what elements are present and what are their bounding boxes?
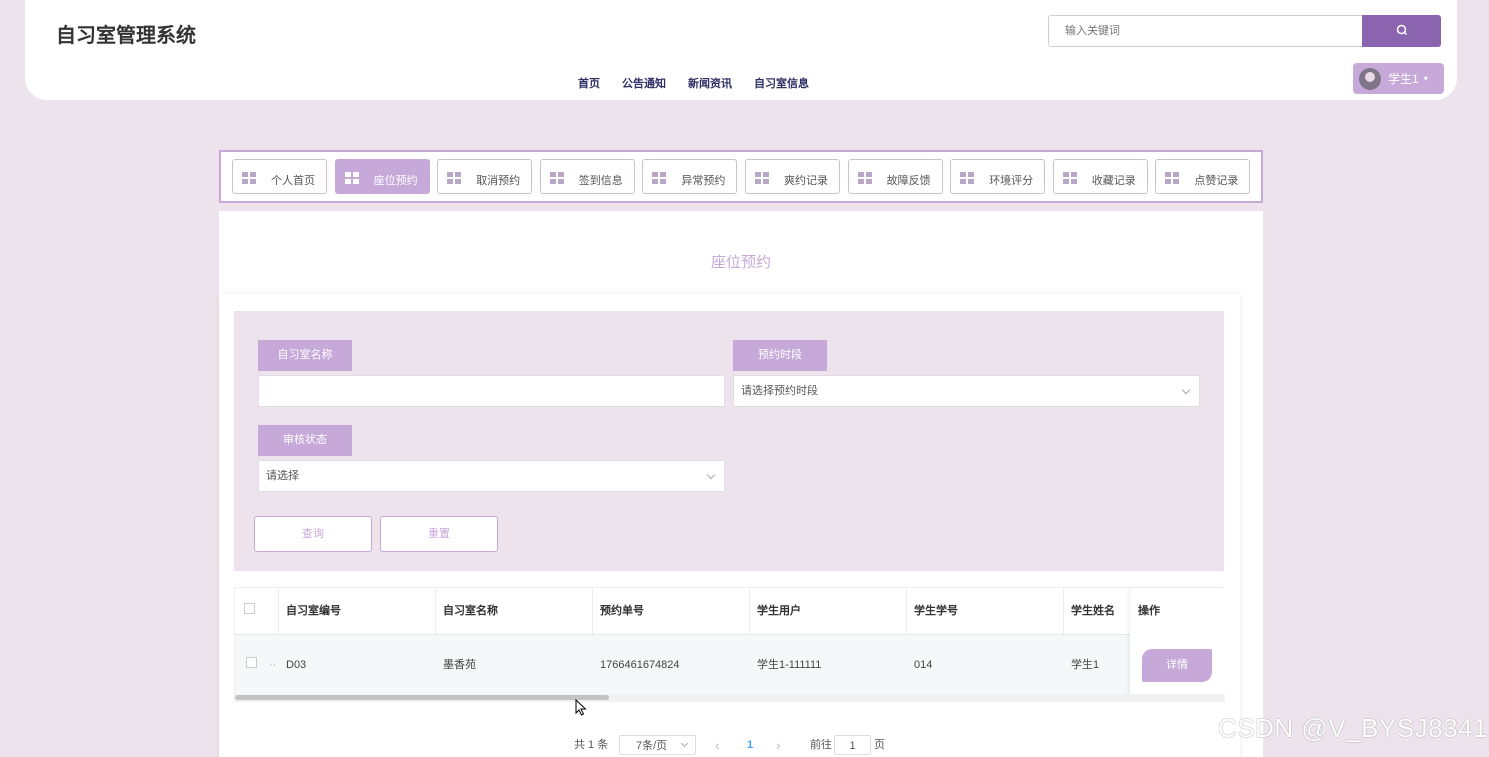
cell-student-name: 学生1: [1071, 659, 1100, 671]
col-header-student-name[interactable]: 学生姓名: [1071, 588, 1115, 634]
tab-label: 爽约记录: [784, 175, 828, 187]
chevron-down-icon: [1181, 385, 1191, 395]
next-page-button[interactable]: ›: [776, 735, 781, 755]
header: 自习室管理系统 首页 公告通知 新闻资讯 自习室信息 学生1 ▾: [25, 0, 1457, 100]
status-select-value: 请选择: [266, 470, 299, 482]
tab-label: 收藏记录: [1091, 175, 1136, 187]
room-name-label: 自习室名称: [258, 340, 352, 371]
tab-1[interactable]: 座位预约: [334, 159, 430, 194]
nav-study-rooms[interactable]: 自习室信息: [754, 75, 809, 91]
nav-home[interactable]: 首页: [578, 75, 600, 91]
tab-label: 故障反馈: [886, 175, 931, 187]
nav-notices[interactable]: 公告通知: [622, 75, 666, 91]
grid-icon: [447, 172, 462, 184]
tab-9[interactable]: 点赞记录: [1155, 159, 1251, 194]
status-select[interactable]: 请选择: [258, 460, 725, 492]
col-header-student-no[interactable]: 学生学号: [914, 588, 958, 634]
nav-news[interactable]: 新闻资讯: [688, 75, 732, 91]
row-ellipsis: ··: [269, 659, 277, 671]
grid-icon: [857, 172, 872, 184]
tab-3[interactable]: 签到信息: [539, 159, 635, 194]
detail-button[interactable]: 详情: [1142, 649, 1212, 682]
pagination-total: 共 1 条: [574, 739, 609, 751]
tab-label: 异常预约: [681, 175, 726, 187]
site-title: 自习室管理系统: [56, 25, 196, 47]
page-size-select[interactable]: 7条/页: [619, 735, 696, 755]
chevron-down-icon: ▾: [1423, 74, 1428, 83]
search-icon: [1396, 24, 1408, 39]
tab-7[interactable]: 环境评分: [950, 159, 1046, 194]
grid-icon: [242, 172, 256, 184]
tab-label: 点赞记录: [1194, 175, 1239, 187]
tab-label: 个人首页: [271, 175, 315, 187]
grid-icon: [344, 172, 359, 184]
row-checkbox[interactable]: [246, 657, 257, 668]
cell-room-no: D03: [286, 659, 307, 671]
goto-suffix: 页: [874, 739, 885, 751]
reset-button[interactable]: 重置: [380, 516, 498, 552]
room-name-input[interactable]: [258, 375, 725, 407]
user-center-tabs: 个人首页 座位预约 取消预约 签到信息 异常预约 爽约记录 故障反馈 环境评分 收藏记录 点赞记录: [219, 150, 1263, 203]
cell-student-no: 014: [914, 659, 933, 671]
grid-icon: [960, 172, 975, 184]
tab-label: 取消预约: [476, 175, 521, 187]
tab-2[interactable]: 取消预约: [437, 159, 533, 194]
tab-0[interactable]: 个人首页: [232, 159, 327, 194]
cell-order-no: 1766461674824: [600, 659, 680, 671]
tab-label: 座位预约: [373, 175, 418, 187]
search-form: 自习室名称 预约时段 请选择预约时段 审核状态 请选择 查询 重置: [234, 311, 1224, 571]
cell-room-name: 墨香苑: [443, 659, 476, 671]
tab-4[interactable]: 异常预约: [642, 159, 738, 194]
chevron-down-icon: [680, 739, 689, 748]
slot-select-value: 请选择预约时段: [741, 385, 818, 397]
search-button[interactable]: [1362, 15, 1441, 47]
page-number-current[interactable]: 1: [747, 735, 753, 755]
horizontal-scrollbar[interactable]: [235, 694, 1225, 702]
content-card: 自习室名称 预约时段 请选择预约时段 审核状态 请选择 查询 重置 自习室编号 …: [219, 294, 1240, 757]
col-header-user[interactable]: 学生用户: [757, 588, 801, 634]
tab-5[interactable]: 爽约记录: [745, 159, 840, 194]
reservation-table: 自习室编号 自习室名称 预约单号 学生用户 学生学号 学生姓名 ·· D03 墨…: [234, 587, 1225, 702]
watermark: CSDN @V_BYSJ8341: [1218, 713, 1488, 743]
slot-select[interactable]: 请选择预约时段: [733, 375, 1200, 407]
main-nav: 首页 公告通知 新闻资讯 自习室信息: [578, 75, 809, 91]
col-header-order-no[interactable]: 预约单号: [600, 588, 644, 634]
slot-label: 预约时段: [733, 340, 827, 371]
grid-icon: [652, 172, 667, 184]
page-title: 座位预约: [710, 254, 771, 271]
search-input[interactable]: [1048, 15, 1363, 47]
col-header-room-no[interactable]: 自习室编号: [286, 588, 341, 634]
cell-user: 学生1-111111: [757, 659, 822, 671]
select-all-checkbox[interactable]: [244, 603, 255, 614]
fixed-action-column: 操作 详情: [1130, 588, 1225, 694]
user-name: 学生1: [1388, 72, 1419, 86]
grid-icon: [755, 172, 769, 184]
avatar: [1359, 67, 1381, 90]
col-header-action: 操作: [1138, 605, 1160, 617]
grid-icon: [1062, 172, 1077, 184]
grid-icon: [1165, 172, 1180, 184]
prev-page-button[interactable]: ‹: [715, 735, 720, 755]
goto-prefix: 前往: [810, 739, 832, 751]
status-label: 审核状态: [258, 425, 352, 456]
page-size-value: 7条/页: [636, 740, 668, 752]
grid-icon: [549, 172, 564, 184]
tab-label: 环境评分: [989, 175, 1034, 187]
query-button[interactable]: 查询: [254, 516, 372, 552]
scrollbar-thumb[interactable]: [235, 695, 609, 700]
tab-8[interactable]: 收藏记录: [1052, 159, 1148, 194]
mouse-cursor-icon: [575, 699, 587, 716]
table-row: ·· D03 墨香苑 1766461674824 学生1-111111 014 …: [235, 634, 1223, 694]
tab-6[interactable]: 故障反馈: [847, 159, 943, 194]
goto-page-input[interactable]: 1: [834, 735, 871, 755]
chevron-down-icon: [706, 470, 716, 480]
col-header-room-name[interactable]: 自习室名称: [443, 588, 498, 634]
tab-label: 签到信息: [578, 175, 623, 187]
user-menu-button[interactable]: 学生1 ▾: [1353, 63, 1444, 94]
main-panel: 座位预约 自习室名称 预约时段 请选择预约时段 审核状态 请选择 查询 重置 自…: [219, 211, 1263, 757]
